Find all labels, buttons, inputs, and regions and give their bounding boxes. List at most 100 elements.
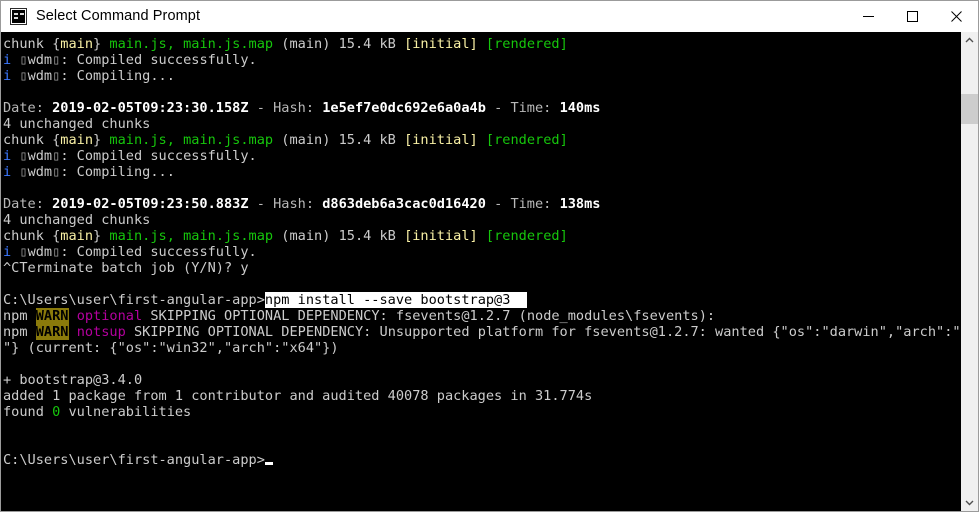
- terminal-output[interactable]: chunk {main} main.js, main.js.map (main)…: [1, 32, 960, 511]
- terminal-text: [rendered]: [485, 228, 568, 244]
- wdm-compiled-1: i ▯wdm▯: Compiled successfully.: [3, 52, 960, 68]
- terminal-text: wdm: [27, 68, 53, 84]
- terminal-text: 2019-02-05T09:23:30.158Z: [52, 100, 249, 116]
- terminal-text: main.js, main.js.map: [109, 228, 274, 244]
- date-line-1: Date: 2019-02-05T09:23:30.158Z - Hash: 1…: [3, 100, 960, 116]
- terminal-text: + bootstrap@3.4.0: [3, 372, 143, 388]
- blank-2: [3, 180, 960, 196]
- terminal-text: i: [3, 68, 12, 84]
- terminal-text: "} (current: {"os":"win32","arch":"x64"}…: [3, 340, 339, 356]
- terminal-text: (main) 15.4 kB: [273, 132, 405, 148]
- terminal-text: 138ms: [559, 196, 601, 212]
- vertical-scrollbar[interactable]: [960, 32, 978, 511]
- blank-3: [3, 276, 960, 292]
- terminal-text: optional: [76, 308, 143, 324]
- terminal-text: wdm: [27, 244, 53, 260]
- terminal-text: SKIPPING OPTIONAL DEPENDENCY: Unsupporte…: [125, 324, 960, 340]
- terminal-text: [initial]: [404, 228, 478, 244]
- prompt-npm-install: C:\Users\user\first-angular-app>npm inst…: [3, 292, 960, 308]
- terminal-text: }: [93, 132, 110, 148]
- blank-4: [3, 356, 960, 372]
- terminal-text: WARN: [35, 324, 69, 340]
- terminal-text: ▯: [19, 148, 28, 164]
- terminal-text: - Hash:: [248, 100, 323, 116]
- terminal-text: npm install --save bootstrap@3: [264, 292, 527, 308]
- terminal-text: notsup: [76, 324, 126, 340]
- npm-warn-notsup: npm WARN notsup SKIPPING OPTIONAL DEPEND…: [3, 324, 960, 340]
- terminal-text: 140ms: [559, 100, 601, 116]
- npm-warn-optional: npm WARN optional SKIPPING OPTIONAL DEPE…: [3, 308, 960, 324]
- terminal-text: added 1 package from 1 contributor and a…: [3, 388, 593, 404]
- window-controls: [846, 1, 978, 31]
- terminal-text: ▯: [19, 164, 28, 180]
- terminal-text: chunk: [3, 228, 53, 244]
- console-area: chunk {main} main.js, main.js.map (main)…: [1, 32, 978, 511]
- terminal-text: Date:: [3, 196, 53, 212]
- terminal-text: 2019-02-05T09:23:50.883Z: [52, 196, 249, 212]
- terminal-text: ^CTerminate batch job (Y/N)? y: [3, 260, 249, 276]
- blank-6: [3, 436, 960, 452]
- terminal-text: wdm: [27, 164, 53, 180]
- command-prompt-window: Select Command Prompt chunk {main} main.…: [0, 0, 979, 512]
- terminal-text: i: [3, 52, 12, 68]
- blank-1: [3, 84, 960, 100]
- chunk-line-2: chunk {main} main.js, main.js.map (main)…: [3, 132, 960, 148]
- wdm-compiled-2: i ▯wdm▯: Compiled successfully.: [3, 148, 960, 164]
- wdm-compiled-3: i ▯wdm▯: Compiled successfully.: [3, 244, 960, 260]
- chunk-line-1: chunk {main} main.js, main.js.map (main)…: [3, 36, 960, 52]
- scroll-up-button[interactable]: [961, 32, 978, 49]
- scroll-down-button[interactable]: [961, 494, 978, 511]
- terminal-text: main: [60, 132, 94, 148]
- terminal-text: wdm: [27, 52, 53, 68]
- text-cursor: [264, 462, 273, 465]
- terminal-text: SKIPPING OPTIONAL DEPENDENCY: fsevents@1…: [142, 308, 716, 324]
- terminal-text: [initial]: [404, 132, 478, 148]
- terminal-text: - Time:: [485, 196, 560, 212]
- terminal-text: vulnerabilities: [60, 404, 192, 420]
- chunk-line-3: chunk {main} main.js, main.js.map (main)…: [3, 228, 960, 244]
- blank-5: [3, 420, 960, 436]
- terminal-text: ▯: [19, 52, 28, 68]
- terminal-text: : Compiled successfully.: [60, 244, 257, 260]
- terminal-text: i: [3, 244, 12, 260]
- terminal-text: 4 unchanged chunks: [3, 116, 151, 132]
- terminal-text: (main) 15.4 kB: [273, 228, 405, 244]
- title-bar[interactable]: Select Command Prompt: [1, 1, 978, 32]
- terminal-text: [initial]: [404, 36, 478, 52]
- maximize-icon: [906, 10, 918, 22]
- wdm-compiling-1: i ▯wdm▯: Compiling...: [3, 68, 960, 84]
- terminal-text: : Compiling...: [60, 164, 175, 180]
- chevron-up-icon: [965, 37, 974, 43]
- terminal-lines: chunk {main} main.js, main.js.map (main)…: [3, 36, 960, 468]
- audit-summary: added 1 package from 1 contributor and a…: [3, 388, 960, 404]
- terminal-text: chunk: [3, 132, 53, 148]
- unchanged-chunks-2: 4 unchanged chunks: [3, 212, 960, 228]
- terminal-text: C:\Users\user\first-angular-app>: [3, 292, 265, 308]
- terminal-text: ▯: [19, 68, 28, 84]
- wdm-compiling-2: i ▯wdm▯: Compiling...: [3, 164, 960, 180]
- terminal-text: }: [93, 228, 110, 244]
- terminal-text: [rendered]: [485, 36, 568, 52]
- close-button[interactable]: [934, 1, 978, 31]
- maximize-button[interactable]: [890, 1, 934, 31]
- terminal-text: chunk: [3, 36, 53, 52]
- terminate-batch-job: ^CTerminate batch job (Y/N)? y: [3, 260, 960, 276]
- terminal-text: npm: [3, 324, 36, 340]
- scrollbar-track[interactable]: [961, 49, 978, 494]
- prompt-current: C:\Users\user\first-angular-app>: [3, 452, 960, 468]
- window-title: Select Command Prompt: [36, 8, 201, 24]
- terminal-text: main.js, main.js.map: [109, 132, 274, 148]
- terminal-text: }: [93, 36, 110, 52]
- terminal-text: (main) 15.4 kB: [273, 36, 405, 52]
- terminal-text: Date:: [3, 100, 53, 116]
- terminal-text: - Time:: [485, 100, 560, 116]
- date-line-2: Date: 2019-02-05T09:23:50.883Z - Hash: d…: [3, 196, 960, 212]
- close-icon: [950, 10, 962, 22]
- scrollbar-thumb[interactable]: [961, 94, 978, 124]
- terminal-text: [rendered]: [485, 132, 568, 148]
- minimize-button[interactable]: [846, 1, 890, 31]
